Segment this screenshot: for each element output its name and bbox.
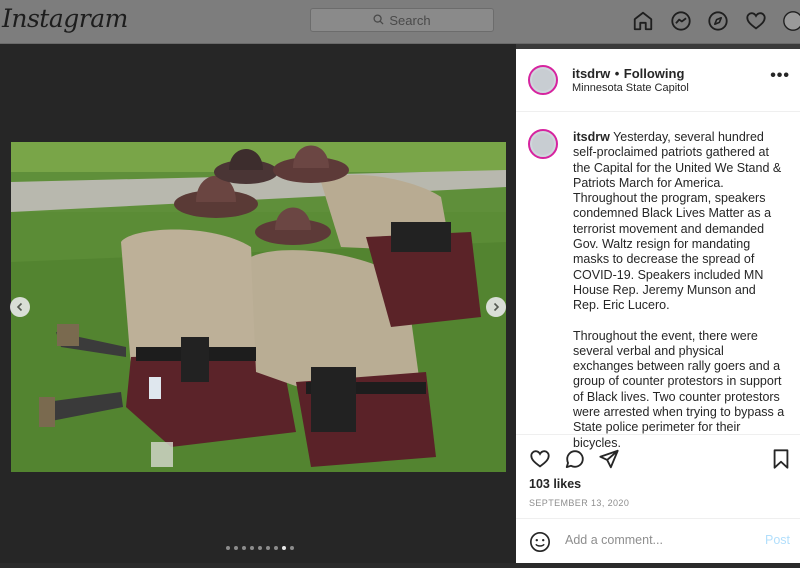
- post-caption: itsdrw Yesterday, several hundred self-p…: [573, 130, 785, 466]
- carousel-dot: [226, 546, 230, 550]
- separator-dot: •: [614, 66, 620, 81]
- carousel-dot: [266, 546, 270, 550]
- carousel-dot: [290, 546, 294, 550]
- search-icon: [373, 13, 384, 28]
- like-count[interactable]: 103 likes: [529, 477, 581, 491]
- instagram-logo[interactable]: Instagram: [2, 4, 128, 33]
- comment-bar: Add a comment... Post: [516, 518, 800, 565]
- top-navigation-bar: Instagram Search: [0, 0, 800, 44]
- messenger-icon[interactable]: [670, 10, 692, 32]
- carousel-dot: [274, 546, 278, 550]
- post-photo[interactable]: [11, 142, 506, 472]
- chevron-right-icon: [493, 302, 500, 312]
- more-options-icon[interactable]: •••: [770, 67, 790, 85]
- home-icon[interactable]: [632, 10, 654, 32]
- search-placeholder: Search: [389, 12, 431, 28]
- search-box[interactable]: Search: [310, 8, 494, 32]
- carousel-dot: [250, 546, 254, 550]
- caption-author-avatar[interactable]: [528, 129, 558, 159]
- emoji-icon[interactable]: [529, 531, 551, 558]
- author-username[interactable]: itsdrw: [572, 66, 610, 81]
- post-comment-button[interactable]: Post: [765, 533, 790, 547]
- caption-paragraph-1: Yesterday, several hundred self-proclaim…: [573, 130, 782, 313]
- profile-avatar[interactable]: [782, 10, 800, 32]
- post-date: SEPTEMBER 13, 2020: [529, 498, 630, 508]
- carousel-dots: [226, 546, 294, 550]
- post-actions: 103 likes SEPTEMBER 13, 2020 Add a comme…: [516, 434, 800, 568]
- carousel-dot: [234, 546, 238, 550]
- carousel-next-button[interactable]: [486, 297, 506, 317]
- bookmark-icon[interactable]: [770, 448, 792, 470]
- author-avatar[interactable]: [528, 65, 558, 95]
- post-side-panel: itsdrw • Following Minnesota State Capit…: [516, 49, 800, 563]
- caption-paragraph-2: Throughout the event, there were several…: [573, 328, 785, 450]
- heart-icon[interactable]: [745, 10, 767, 32]
- carousel-dot: [242, 546, 246, 550]
- share-icon[interactable]: [598, 448, 620, 470]
- explore-icon[interactable]: [707, 10, 729, 32]
- post-header: itsdrw • Following Minnesota State Capit…: [516, 49, 800, 112]
- caption-username[interactable]: itsdrw: [573, 130, 610, 144]
- carousel-dot: [258, 546, 262, 550]
- like-heart-icon[interactable]: [529, 448, 551, 470]
- comment-input[interactable]: Add a comment...: [565, 533, 663, 547]
- comment-icon[interactable]: [564, 448, 586, 470]
- carousel-prev-button[interactable]: [10, 297, 30, 317]
- post-location[interactable]: Minnesota State Capitol: [572, 82, 689, 94]
- chevron-left-icon: [16, 302, 23, 312]
- following-button[interactable]: Following: [624, 66, 685, 81]
- carousel-dot: [282, 546, 286, 550]
